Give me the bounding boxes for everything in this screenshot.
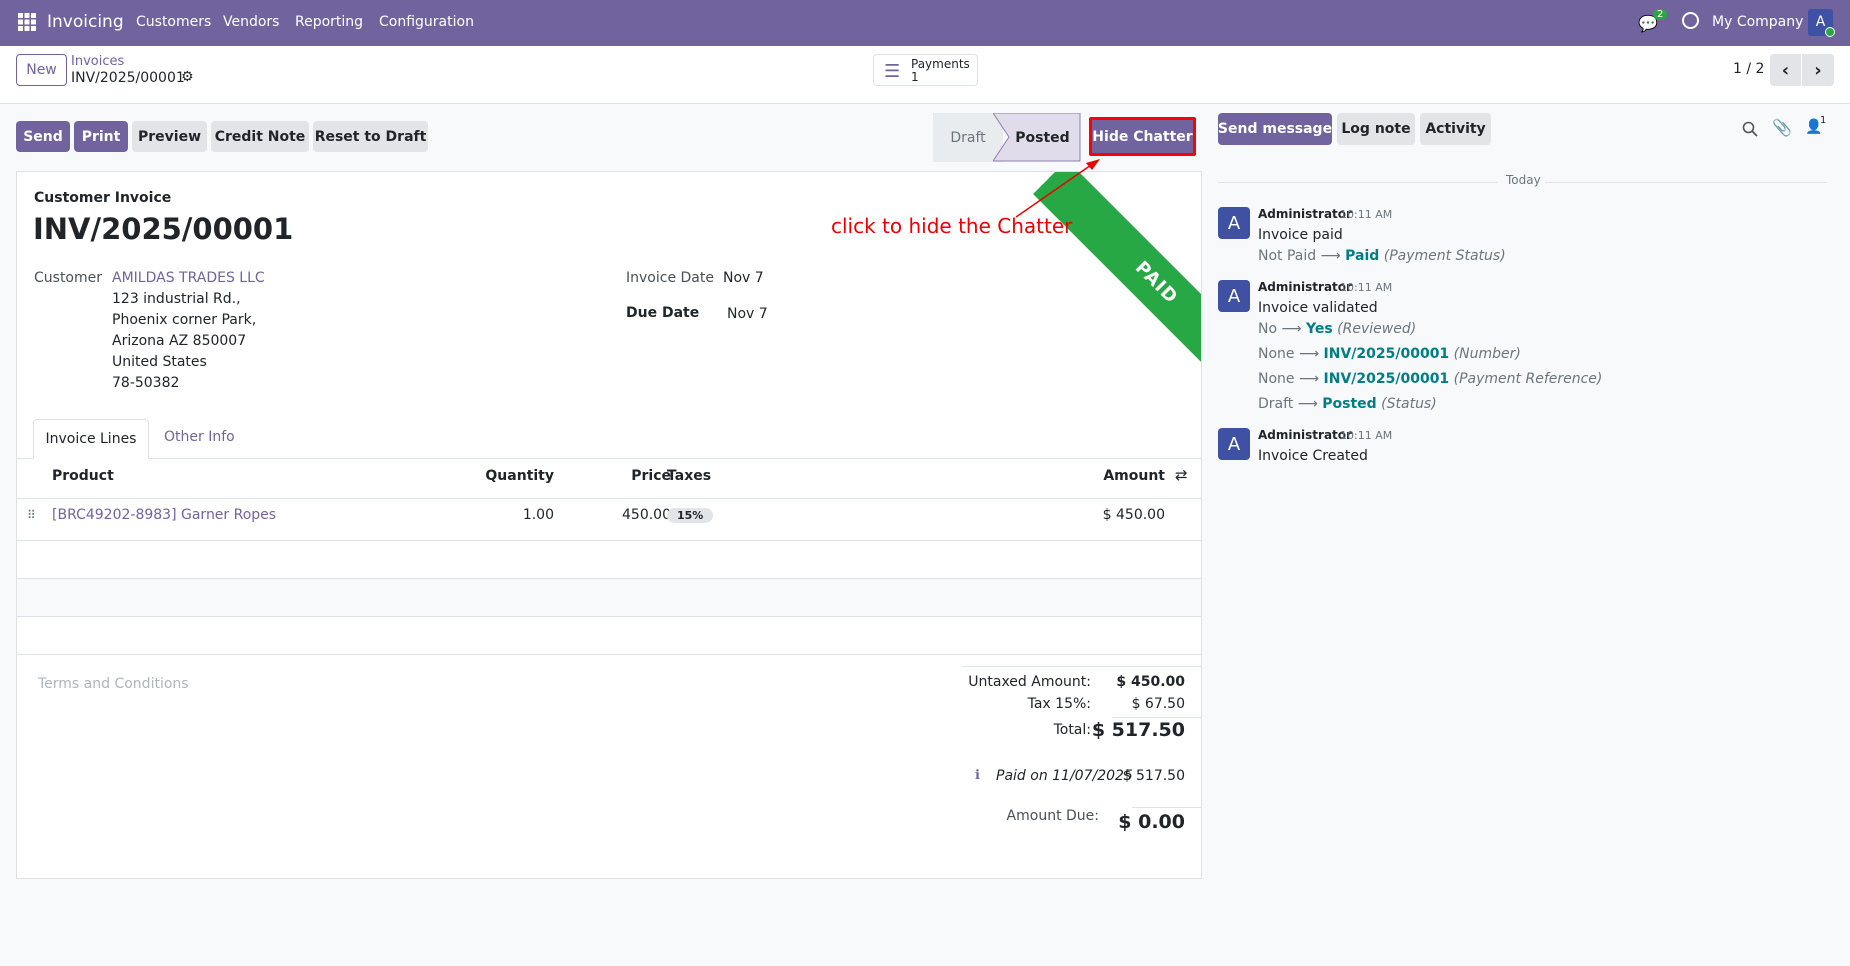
log-note-button[interactable]: Log note — [1337, 113, 1415, 145]
apps-icon[interactable] — [18, 13, 36, 31]
send-button[interactable]: Send — [16, 121, 70, 152]
new-button[interactable]: New — [16, 54, 67, 86]
pager-value: 1 / 2 — [1733, 61, 1765, 77]
tax-badge: 15% — [667, 508, 714, 523]
credit-note-button[interactable]: Credit Note — [211, 121, 309, 152]
message-body: Invoice paid — [1258, 227, 1343, 243]
date-separator: Today — [1506, 173, 1541, 187]
message-time: 10:11 AM — [1340, 429, 1393, 442]
paid-on-label: Paid on 11/07/2025 — [996, 768, 1133, 784]
control-panel: New Invoices INV/2025/00001 ⚙ ☰ Payments… — [0, 46, 1850, 104]
clock-icon[interactable] — [1682, 12, 1699, 29]
invoice-number: INV/2025/00001 — [33, 212, 294, 246]
drag-handle-icon[interactable]: ⠿ — [27, 508, 36, 522]
send-message-button[interactable]: Send message — [1218, 113, 1332, 145]
invoice-form-sheet: PAID Customer Invoice INV/2025/00001 Cus… — [16, 171, 1202, 879]
author-avatar[interactable]: A — [1218, 280, 1250, 312]
tracking-change: Draft ⟶ Posted (Status) — [1258, 396, 1437, 412]
message-author[interactable]: Administrator — [1258, 280, 1352, 294]
pager-previous-button[interactable]: ‹ — [1770, 54, 1801, 86]
row-quantity: 1.00 — [522, 507, 554, 523]
payments-count: 1 — [911, 70, 919, 84]
row-product[interactable]: [BRC49202-8983] Garner Ropes — [52, 507, 276, 523]
payments-smart-button[interactable]: ☰ Payments 1 — [873, 54, 978, 86]
message-body: Invoice Created — [1258, 448, 1368, 464]
paid-value: $ 517.50 — [1122, 768, 1185, 784]
amount-due-value: $ 0.00 — [1118, 811, 1185, 833]
chat-count-badge: 2 — [1653, 9, 1668, 20]
annotation-arrow-icon — [1015, 159, 1100, 218]
tracking-change: None ⟶ INV/2025/00001 (Number) — [1258, 346, 1521, 362]
activity-button[interactable]: Activity — [1420, 113, 1491, 145]
hide-chatter-button[interactable]: Hide Chatter — [1089, 117, 1196, 156]
menu-vendors[interactable]: Vendors — [223, 14, 279, 30]
invoice-type: Customer Invoice — [34, 190, 172, 206]
invoice-date-label: Invoice Date — [626, 270, 714, 286]
col-quantity[interactable]: Quantity — [485, 468, 554, 484]
address-line: 78-50382 — [112, 375, 180, 391]
tab-other-info[interactable]: Other Info — [164, 429, 235, 445]
total-label: Total: — [1053, 722, 1091, 738]
menu-configuration[interactable]: Configuration — [379, 14, 474, 30]
message-time: 10:11 AM — [1340, 208, 1393, 221]
col-amount[interactable]: Amount — [1103, 468, 1165, 484]
optional-columns-icon[interactable]: ⇄ — [1175, 466, 1188, 484]
online-status-icon — [1825, 27, 1835, 37]
customer-link[interactable]: AMILDAS TRADES LLC — [112, 270, 265, 286]
address-line: United States — [112, 354, 207, 370]
col-price[interactable]: Price — [631, 468, 671, 484]
due-date-field[interactable]: Nov 7 — [727, 306, 768, 322]
address-line: Phoenix corner Park, — [112, 312, 257, 328]
search-icon[interactable] — [1742, 121, 1758, 137]
tracking-change: No ⟶ Yes (Reviewed) — [1258, 321, 1417, 337]
invoice-date-field[interactable]: Nov 7 — [723, 270, 764, 286]
message-time: 10:11 AM — [1340, 281, 1393, 294]
record-name: INV/2025/00001 — [71, 70, 185, 86]
message-author[interactable]: Administrator — [1258, 207, 1352, 221]
untaxed-value: $ 450.00 — [1116, 674, 1185, 690]
address-line: Arizona AZ 850007 — [112, 333, 247, 349]
row-price: 450.00 — [622, 507, 671, 523]
tracking-change: Not Paid ⟶ Paid (Payment Status) — [1258, 248, 1506, 264]
author-avatar[interactable]: A — [1218, 207, 1250, 239]
row-amount: $ 450.00 — [1102, 507, 1165, 523]
col-product[interactable]: Product — [52, 468, 114, 484]
paperclip-icon[interactable]: 📎 — [1772, 118, 1792, 137]
message-body: Invoice validated — [1258, 300, 1378, 316]
reset-to-draft-button[interactable]: Reset to Draft — [313, 121, 428, 152]
tax-label: Tax 15%: — [1027, 696, 1091, 712]
preview-button[interactable]: Preview — [132, 121, 207, 152]
message-author[interactable]: Administrator — [1258, 428, 1352, 442]
author-avatar[interactable]: A — [1218, 428, 1250, 460]
menu-customers[interactable]: Customers — [136, 14, 211, 30]
address-line: 123 industrial Rd., — [112, 291, 241, 307]
terms-placeholder[interactable]: Terms and Conditions — [38, 676, 189, 692]
print-button[interactable]: Print — [74, 121, 128, 152]
tax-value: $ 67.50 — [1131, 696, 1185, 712]
amount-due-label: Amount Due: — [1006, 808, 1099, 824]
company-switcher[interactable]: My Company — [1712, 14, 1803, 30]
col-taxes[interactable]: Taxes — [667, 468, 711, 484]
due-date-label: Due Date — [626, 305, 700, 321]
payments-label: Payments — [911, 57, 970, 71]
total-value: $ 517.50 — [1091, 719, 1185, 741]
info-icon[interactable]: ℹ — [975, 768, 980, 783]
navbar: Invoicing Customers Vendors Reporting Co… — [0, 0, 1850, 46]
app-name[interactable]: Invoicing — [47, 12, 124, 32]
gear-icon[interactable]: ⚙ — [181, 69, 194, 85]
tab-invoice-lines[interactable]: Invoice Lines — [33, 419, 149, 459]
untaxed-label: Untaxed Amount: — [968, 674, 1091, 690]
followers-count: 1 — [1820, 115, 1827, 126]
tracking-change: None ⟶ INV/2025/00001 (Payment Reference… — [1258, 371, 1603, 387]
menu-reporting[interactable]: Reporting — [295, 14, 363, 30]
breadcrumb-invoices[interactable]: Invoices — [71, 54, 124, 69]
customer-label: Customer — [34, 270, 103, 286]
pager-next-button[interactable]: › — [1802, 54, 1834, 86]
list-icon: ☰ — [884, 61, 901, 82]
